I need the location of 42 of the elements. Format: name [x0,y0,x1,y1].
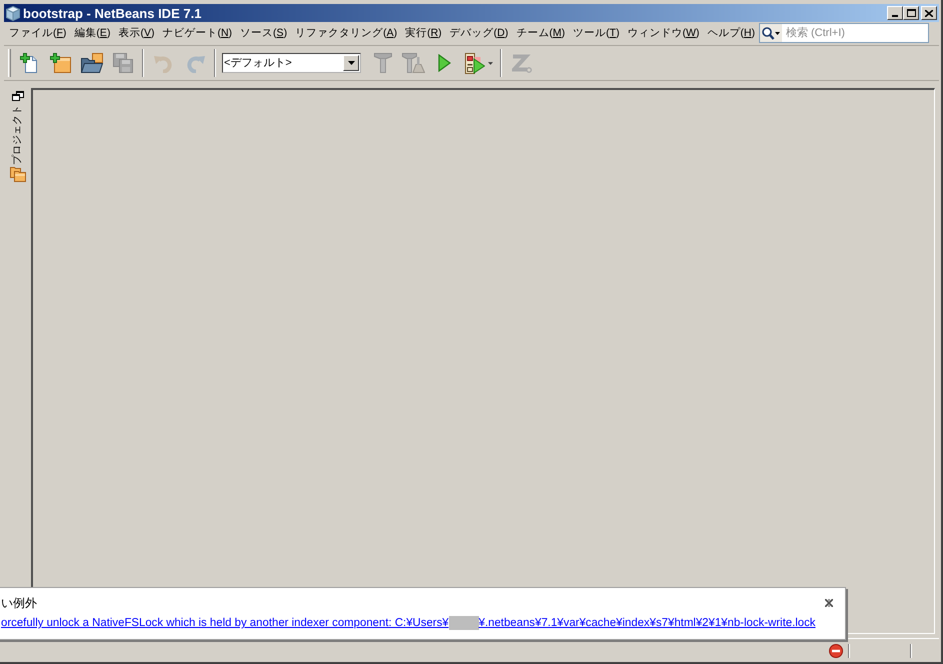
caret-icon [348,61,354,65]
undo-icon [154,54,174,72]
menu-item[interactable]: 実行(R) [401,24,446,42]
error-link[interactable]: orcefully unlock a NativeFSLock which is held by another indexer component: C:¥Users¥ ¥.netbeans¥7.1¥var¥cache¥index¥s7¥html¥2¥1¥nb-lock-write.lock [1,616,816,630]
close-button[interactable] [921,6,937,20]
close-icon[interactable] [825,598,833,606]
menu-item[interactable]: チーム(M) [512,24,570,42]
redacted-block [448,616,479,630]
menu-item[interactable]: ソース(S) [236,24,292,42]
notification-title: い例外 [1,596,37,608]
error-icon[interactable] [829,644,843,658]
redo-icon [184,54,204,72]
new-project-icon [50,53,71,73]
play-icon [438,54,451,72]
minimize-icon [892,15,898,17]
menu-item[interactable]: 表示(V) [114,24,158,42]
close-icon [925,10,933,16]
floppy-disks-icon [112,53,132,73]
cube-icon [6,6,20,20]
menu-item[interactable]: ツール(T) [569,24,624,42]
menu-item[interactable]: ヘルプ(H) [703,24,759,42]
minimize-button[interactable] [887,6,903,20]
new-file-icon [20,53,39,73]
menu-item[interactable]: ファイル(F) [5,24,70,42]
restore-icon[interactable] [12,91,24,101]
menu-item[interactable]: ウィンドウ(W) [623,24,704,42]
projects-tab[interactable]: プロジェクト [10,104,26,182]
menu-item[interactable]: ナビゲート(N) [158,24,236,42]
menu-item[interactable]: リファクタリング(A) [291,24,402,42]
window-title: bootstrap - NetBeans IDE 7.1 [23,6,202,20]
menu-item[interactable]: 編集(E) [70,24,114,42]
folder-icon [80,53,102,73]
caret-icon [488,62,493,64]
z-shape-icon [512,54,532,72]
maximize-icon [906,9,916,17]
configuration-dropdown[interactable]: <デフォルト> [222,53,361,73]
maximize-button[interactable] [903,6,919,20]
folders-icon [10,166,26,182]
menu-item[interactable]: デバッグ(D) [446,24,512,42]
hammer-icon [374,53,392,73]
hammer-broom-icon [402,53,425,73]
document-play-icon [465,52,485,74]
